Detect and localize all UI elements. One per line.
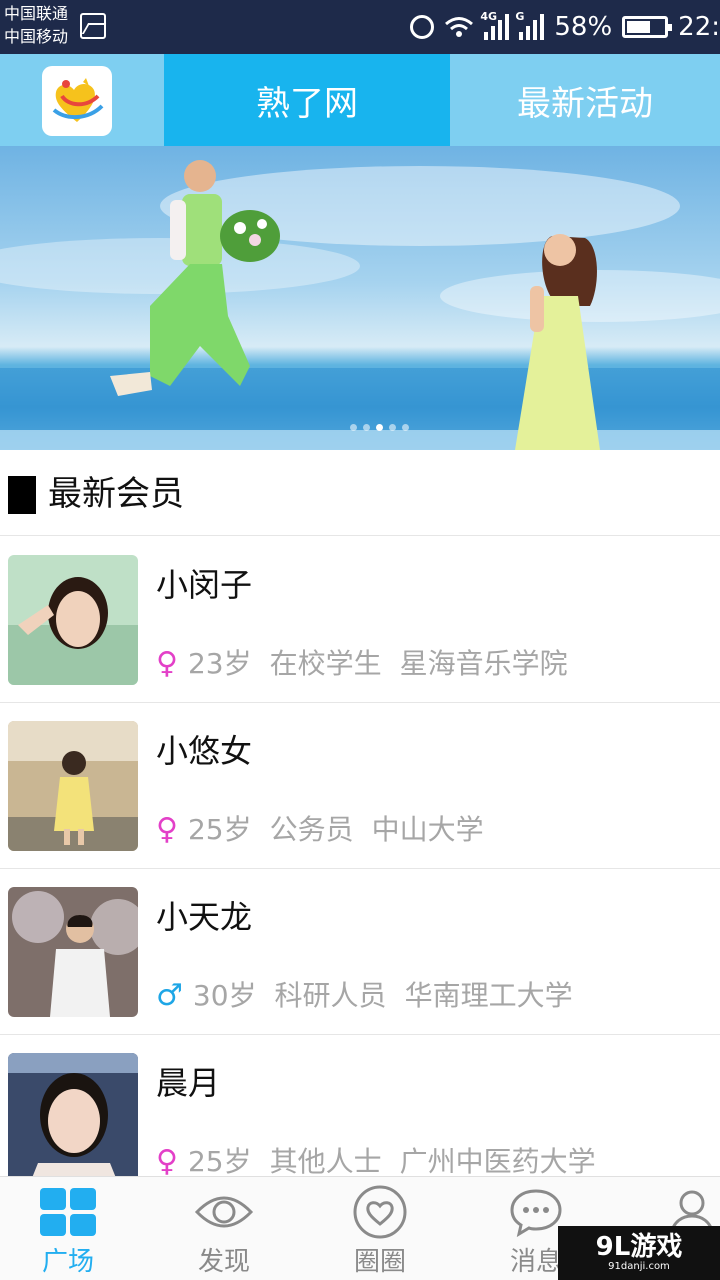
member-age: 23岁 [187, 647, 252, 680]
carousel-dot-active[interactable] [376, 424, 383, 431]
banner-photo [0, 160, 720, 450]
avatar[interactable] [8, 887, 138, 1017]
carousel-dot[interactable] [350, 424, 357, 431]
battery-percent: 58% [554, 12, 613, 42]
female-icon: ♀ [156, 646, 178, 681]
eye-icon [194, 1185, 254, 1239]
section-title: 最新会员 [48, 474, 184, 514]
member-age: 30岁 [192, 979, 257, 1012]
watermark-main: 9L游戏 [595, 1232, 683, 1262]
member-school: 中山大学 [371, 813, 484, 846]
nav-item-circles[interactable]: 圈圈 [320, 1177, 440, 1280]
status-bar: 中国联通 中国移动 4G G 58% 22: [0, 0, 720, 54]
nav-item-square[interactable]: 广场 [8, 1177, 128, 1280]
carrier-info: 中国联通 中国移动 [4, 2, 68, 48]
carousel-indicator [350, 424, 409, 431]
female-icon: ♀ [156, 812, 178, 847]
nav-label: 广场 [41, 1247, 94, 1277]
member-info: ♂ 30岁 科研人员 华南理工大学 [156, 977, 573, 1015]
clock: 22: [678, 12, 720, 42]
list-item-member[interactable]: 小悠女 ♀ 25岁 公务员 中山大学 [0, 703, 720, 869]
member-occupation: 公务员 [269, 813, 354, 846]
member-occupation: 科研人员 [274, 979, 387, 1012]
carrier-1: 中国联通 [4, 4, 69, 23]
top-header: 熟了网 最新活动 [0, 54, 720, 146]
image-notification-icon [80, 13, 106, 39]
banner-carousel[interactable] [0, 146, 720, 450]
section-header: 最新会员 [0, 450, 720, 536]
nav-label: 发现 [197, 1247, 250, 1277]
signal-g-icon: G [515, 10, 545, 40]
section-marker [8, 476, 36, 514]
list-item-member[interactable]: 小天龙 ♂ 30岁 科研人员 华南理工大学 [0, 869, 720, 1035]
female-icon: ♀ [156, 1144, 178, 1179]
member-age: 25岁 [187, 1145, 252, 1178]
member-name: 小天龙 [156, 898, 253, 936]
member-age: 25岁 [187, 813, 252, 846]
signal-g-label: G [515, 10, 525, 23]
member-info: ♀ 23岁 在校学生 星海音乐学院 [156, 645, 568, 683]
status-icons: 4G G 58% 22: [410, 0, 720, 54]
wifi-icon [445, 17, 474, 37]
member-occupation: 在校学生 [269, 647, 382, 680]
grid-icon [38, 1185, 98, 1239]
carousel-dot[interactable] [389, 424, 396, 431]
watermark-sub: 91danji.com [608, 1261, 670, 1272]
tab-shulewang[interactable]: 熟了网 [164, 54, 450, 146]
carousel-dot[interactable] [402, 424, 409, 431]
member-name: 小闵子 [156, 566, 253, 604]
member-occupation: 其他人士 [269, 1145, 382, 1178]
nav-label: 圈圈 [353, 1247, 406, 1277]
app-logo[interactable] [42, 66, 112, 136]
member-name: 小悠女 [156, 732, 253, 770]
battery-icon [622, 16, 673, 38]
alarm-icon [410, 15, 435, 39]
tab-latest-activities[interactable]: 最新活动 [450, 54, 720, 146]
member-name: 晨月 [156, 1064, 221, 1102]
signal-4g-label: 4G [480, 10, 498, 23]
site-watermark: 9L游戏 91danji.com [558, 1226, 720, 1280]
male-icon: ♂ [156, 978, 183, 1013]
member-info: ♀ 25岁 公务员 中山大学 [156, 811, 484, 849]
list-item-member[interactable]: 小闵子 ♀ 23岁 在校学生 星海音乐学院 [0, 537, 720, 703]
member-school: 华南理工大学 [404, 979, 573, 1012]
chat-bubble-icon [506, 1185, 566, 1239]
member-school: 广州中医药大学 [399, 1145, 596, 1178]
carousel-dot[interactable] [363, 424, 370, 431]
heart-circle-icon [350, 1185, 410, 1239]
avatar[interactable] [8, 721, 138, 851]
nav-item-discover[interactable]: 发现 [164, 1177, 284, 1280]
member-school: 星海音乐学院 [399, 647, 568, 680]
heart-logo-icon [52, 78, 104, 122]
carrier-2: 中国移动 [4, 27, 69, 46]
avatar[interactable] [8, 1053, 138, 1183]
avatar[interactable] [8, 555, 138, 685]
signal-4g-icon: 4G [480, 10, 510, 40]
